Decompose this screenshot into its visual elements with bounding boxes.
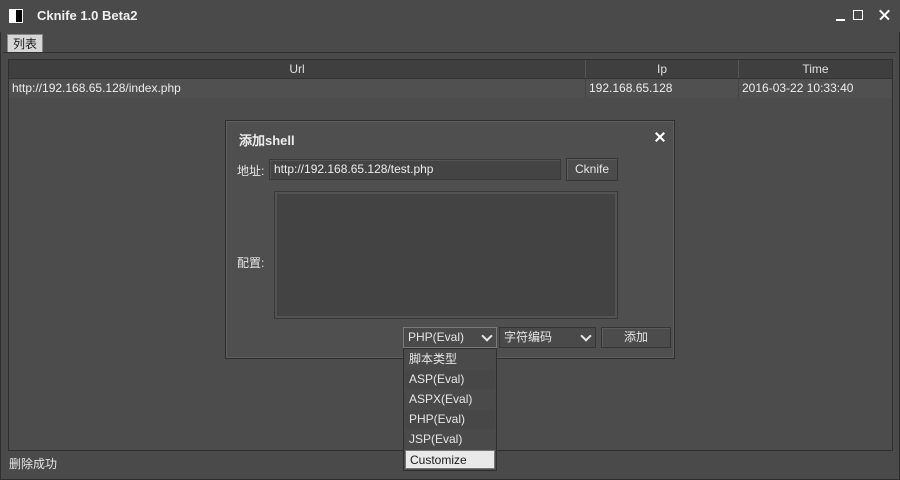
app-icon [9, 9, 23, 23]
dropdown-option[interactable]: 脚本类型 [405, 350, 495, 369]
config-label: 配置: [237, 256, 265, 270]
dropdown-option[interactable]: JSP(Eval) [405, 430, 495, 449]
column-header-time[interactable]: Time [739, 60, 892, 78]
dropdown-option-highlighted[interactable]: Customize [405, 450, 495, 469]
dropdown-option[interactable]: ASPX(Eval) [405, 390, 495, 409]
maximize-icon[interactable] [852, 8, 866, 22]
address-label: 地址: [237, 164, 265, 178]
chevron-down-icon [481, 330, 493, 342]
encoding-value: 字符编码 [504, 330, 553, 344]
minimize-icon[interactable] [834, 8, 848, 22]
add-shell-dialog: 添加shell 地址: http://192.168.65.128/test.p… [225, 120, 675, 359]
tab-divider [3, 52, 896, 53]
dialog-close-icon[interactable] [654, 131, 666, 143]
script-type-select[interactable]: PHP(Eval) [403, 327, 497, 348]
dropdown-option[interactable]: ASP(Eval) [405, 370, 495, 389]
address-input[interactable]: http://192.168.65.128/test.php [269, 159, 561, 180]
table-header: Url Ip Time [9, 60, 892, 79]
cknife-button[interactable]: Cknife [566, 158, 618, 181]
window-title: Cknife 1.0 Beta2 [37, 8, 138, 23]
script-type-value: PHP(Eval) [408, 330, 465, 344]
dropdown-option[interactable]: PHP(Eval) [405, 410, 495, 429]
cell-ip: 192.168.65.128 [586, 79, 739, 98]
close-icon[interactable] [878, 8, 892, 22]
title-bar[interactable]: Cknife 1.0 Beta2 [0, 0, 900, 32]
table-row[interactable]: http://192.168.65.128/index.php 192.168.… [9, 79, 892, 98]
add-button[interactable]: 添加 [601, 327, 671, 348]
tab-list[interactable]: 列表 [7, 34, 43, 53]
column-header-ip[interactable]: Ip [586, 60, 739, 78]
status-text: 删除成功 [9, 457, 58, 471]
encoding-select[interactable]: 字符编码 [499, 327, 596, 348]
column-header-url[interactable]: Url [9, 60, 586, 78]
script-type-dropdown[interactable]: 脚本类型 ASP(Eval) ASPX(Eval) PHP(Eval) JSP(… [403, 348, 497, 471]
cell-time: 2016-03-22 10:33:40 [742, 81, 854, 95]
cell-url: http://192.168.65.128/index.php [9, 79, 586, 98]
dialog-title: 添加shell [239, 133, 295, 148]
chevron-down-icon [580, 330, 592, 342]
config-textarea[interactable] [274, 191, 618, 319]
